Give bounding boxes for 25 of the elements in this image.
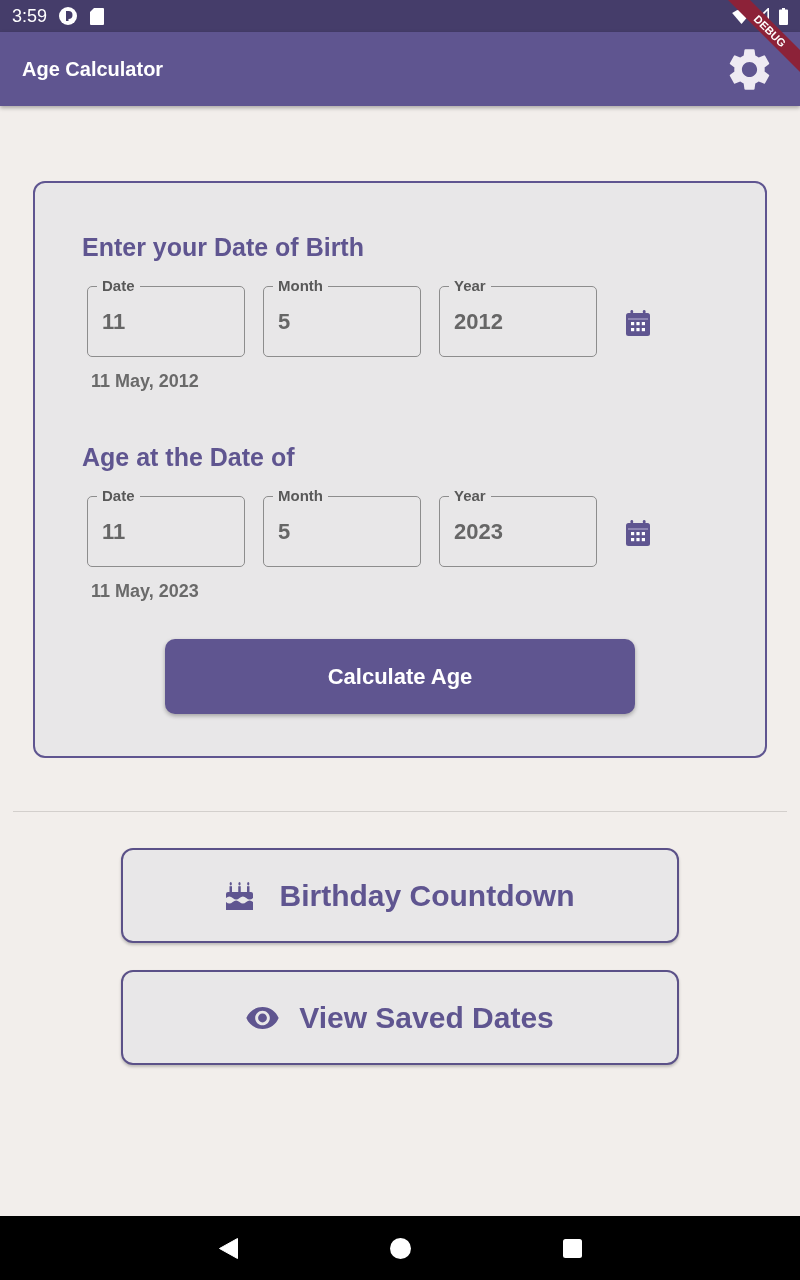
sd-card-icon (90, 7, 105, 25)
app-title: Age Calculator (22, 57, 164, 82)
year-field[interactable]: Year 2012 (439, 276, 597, 357)
date-summary: 11 May, 2012 (91, 370, 199, 392)
date-summary: 11 May, 2023 (91, 580, 199, 602)
month-field[interactable]: Month 5 (263, 276, 421, 357)
calendar-icon[interactable] (626, 520, 650, 546)
recents-icon[interactable] (562, 1238, 582, 1258)
month-field[interactable]: Month 5 (263, 486, 421, 567)
circle-logo-icon (59, 7, 78, 25)
home-icon[interactable] (389, 1237, 411, 1259)
section-heading: Age at the Date of (82, 442, 295, 472)
day-field[interactable]: Date 11 (87, 276, 245, 357)
cake-icon (225, 881, 253, 910)
status-time: 3:59 (12, 5, 48, 27)
calculate-button[interactable]: Calculate Age (165, 639, 635, 714)
settings-icon[interactable] (729, 48, 770, 90)
day-field[interactable]: Date 11 (87, 486, 245, 567)
birthday-countdown-button[interactable]: Birthday Countdown (121, 848, 679, 943)
view-saved-dates-button[interactable]: View Saved Dates (121, 970, 679, 1065)
back-icon[interactable] (218, 1237, 238, 1259)
calendar-icon[interactable] (626, 310, 650, 336)
year-field[interactable]: Year 2023 (439, 486, 597, 567)
section-heading: Enter your Date of Birth (82, 232, 364, 262)
eye-icon (246, 1006, 280, 1029)
